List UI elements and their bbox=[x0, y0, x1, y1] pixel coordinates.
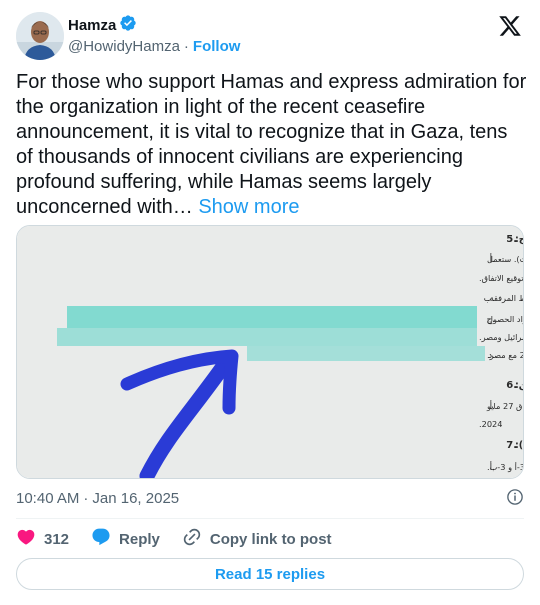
verified-badge-icon bbox=[119, 14, 137, 37]
link-icon bbox=[182, 527, 202, 551]
tweet-text: For those who support Hamas and express … bbox=[16, 70, 528, 220]
x-logo-icon[interactable] bbox=[498, 14, 522, 38]
info-icon[interactable] bbox=[506, 488, 524, 506]
document-line: سيتم تشغيل المعبر استناداً إلى مشاورات أ… bbox=[487, 349, 524, 361]
handle[interactable]: @HowidyHamza bbox=[68, 38, 180, 55]
handle-separator: · bbox=[183, 37, 189, 55]
display-name[interactable]: Hamza bbox=[68, 17, 116, 34]
document-line: سيسمح بعبور 50 فرداً من العسكريين الجرحى… bbox=[487, 313, 524, 324]
document-line: إسرائيل على تجهيز المعبر فور توقيع الاتف… bbox=[479, 273, 524, 284]
document-line: العودة متفق عليها على أساس اتفاق 27 مايو… bbox=[487, 462, 524, 472]
follow-button[interactable]: Follow bbox=[193, 38, 241, 55]
action-bar: 312 Reply Copy link to post bbox=[16, 528, 354, 550]
tweet-date[interactable]: Jan 16, 2025 bbox=[92, 490, 179, 507]
document-line: 2024. bbox=[479, 419, 502, 429]
document-line: على موافقة إسرائيل ومصر. bbox=[479, 332, 524, 343]
like-button[interactable]: 312 bbox=[16, 527, 69, 551]
tweet-card: Hamza @HowidyHamza · Follow For those wh… bbox=[0, 0, 540, 605]
highlight-band-2 bbox=[57, 328, 477, 346]
document-line: يسمح لجميع المدنيين الفلسطينيين المرضى و… bbox=[486, 401, 524, 412]
document-photo: 5.معبر رفح:أ.سيكون معبر رفح جاهزاً لنقل … bbox=[17, 226, 524, 478]
document-line: تعيد القوات الإسرائيلية انتشارها حول معب… bbox=[487, 292, 524, 304]
read-replies-button[interactable]: Read 15 replies bbox=[16, 558, 524, 590]
tweet-header: Hamza @HowidyHamza · Follow bbox=[16, 12, 524, 60]
copy-link-label: Copy link to post bbox=[209, 530, 332, 548]
tweet-image[interactable]: 5.معبر رفح:أ.سيكون معبر رفح جاهزاً لنقل … bbox=[16, 225, 524, 479]
document-line: عودة النازحين داخلياً دون حملهم للسلاح (… bbox=[515, 438, 524, 451]
reply-label: Reply bbox=[119, 530, 160, 548]
avatar[interactable] bbox=[16, 12, 64, 60]
show-more-link[interactable]: Show more bbox=[198, 196, 299, 218]
document-line: سيكون معبر رفح جاهزاً لنقل المدنيين والج… bbox=[487, 253, 524, 265]
author-names: Hamza @HowidyHamza · Follow bbox=[68, 14, 241, 56]
reply-bubble-icon bbox=[91, 527, 111, 551]
tweet-meta: 10:40 AM · Jan 16, 2025 bbox=[16, 488, 524, 508]
like-count: 312 bbox=[44, 530, 70, 548]
meta-separator: · bbox=[83, 489, 89, 507]
copy-link-button[interactable]: Copy link to post bbox=[182, 527, 332, 551]
document-line: معبر رفح: bbox=[515, 234, 524, 245]
document-line: خروج المرضى والجرحى المدنيين: bbox=[515, 380, 524, 391]
highlight-band-3 bbox=[247, 346, 485, 361]
heart-icon bbox=[16, 527, 36, 551]
tweet-time[interactable]: 10:40 AM bbox=[16, 490, 79, 507]
reply-button[interactable]: Reply bbox=[91, 527, 160, 551]
highlight-band-1 bbox=[67, 306, 477, 328]
divider bbox=[16, 518, 524, 519]
